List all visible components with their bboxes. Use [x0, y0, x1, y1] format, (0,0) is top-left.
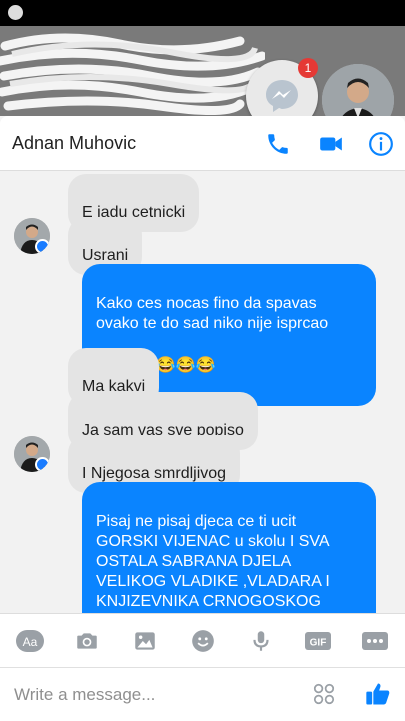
composer-toolbar: Aa GIF: [0, 613, 405, 668]
message-text: I Njegosa smrdljivog: [82, 465, 227, 482]
apps-icon[interactable]: [311, 681, 337, 707]
messenger-status-icon: [8, 5, 23, 20]
message-text: Kako ces nocas fino da spavas ovako te d…: [96, 295, 329, 332]
text-size-button[interactable]: Aa: [16, 628, 44, 654]
messenger-icon: [266, 80, 298, 112]
microphone-icon[interactable]: [248, 628, 274, 654]
scribble-redaction: [0, 33, 265, 115]
status-bar: [0, 0, 405, 26]
camera-icon[interactable]: [74, 628, 100, 654]
gif-label: GIF: [310, 638, 327, 649]
messenger-badge-icon: [35, 457, 50, 472]
message-outgoing: Pisaj ne pisaj djeca ce ti ucit GORSKI V…: [82, 482, 376, 614]
chat-heads-area: 1: [0, 26, 405, 116]
contact-avatar[interactable]: [14, 218, 50, 254]
conversation-header: Adnan Muhovic: [0, 116, 405, 170]
gif-button[interactable]: GIF: [305, 628, 331, 654]
thumbs-up-icon[interactable]: [364, 680, 392, 708]
contact-name[interactable]: Adnan Muhovic: [12, 133, 136, 154]
notification-badge: 1: [298, 58, 318, 78]
message-input[interactable]: Write a message...: [14, 685, 155, 705]
phone-icon[interactable]: [265, 131, 291, 157]
contact-avatar[interactable]: [14, 436, 50, 472]
contact-chat-head-avatar[interactable]: [322, 64, 394, 116]
more-options-icon[interactable]: [362, 628, 388, 654]
video-call-icon[interactable]: [318, 131, 344, 157]
info-icon[interactable]: [368, 131, 394, 157]
emoji-icon[interactable]: [190, 628, 216, 654]
aa-label: Aa: [23, 635, 38, 649]
message-text: Usrani: [82, 247, 129, 264]
composer-bar: Write a message...: [0, 667, 405, 721]
gallery-icon[interactable]: [132, 628, 158, 654]
message-text: Pisaj ne pisaj djeca ce ti ucit GORSKI V…: [96, 513, 330, 614]
messenger-badge-icon: [35, 239, 50, 254]
message-thread[interactable]: E jadu cetnicki Usrani Kako ces nocas fi…: [0, 170, 405, 614]
